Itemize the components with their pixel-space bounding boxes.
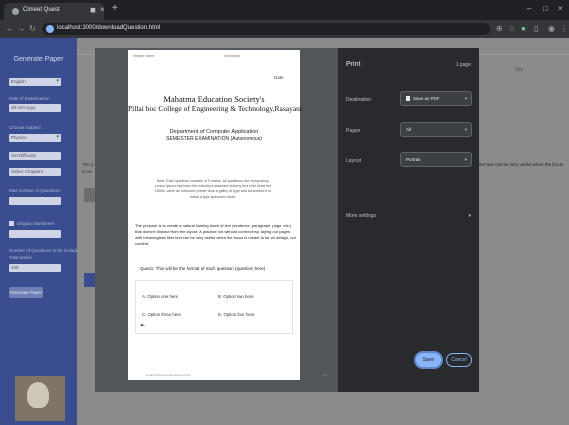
marks-label: Total Marks [9, 255, 33, 260]
bookmark-star-icon[interactable]: ☆ [508, 24, 515, 33]
preview-sheet: Header name Instruction Date Mahatma Edu… [128, 50, 327, 380]
layout-select[interactable]: Portrait ▾ [400, 152, 472, 167]
tab-title: Cimeet Quest [23, 7, 60, 13]
option-a: A. Option one here [142, 294, 179, 299]
questions-count-label: Number of Questions to be included [9, 248, 81, 253]
layout-label: Layout [346, 158, 362, 164]
exam-date: Date [274, 75, 284, 80]
instructions-note: Note: Each question consists of 5 marks.… [154, 179, 272, 199]
institute-name: Mahatma Education Society's [163, 94, 265, 104]
tab-close-icon[interactable]: × [100, 5, 105, 14]
department-name: Department of Computer Application [169, 129, 259, 135]
marks-input[interactable]: 100 [9, 264, 61, 272]
option-d: D. Option four here [218, 312, 255, 317]
background-text: filler text can be very useful when the … [477, 162, 564, 167]
subject-select[interactable]: Physics ▾ [9, 134, 61, 142]
extension-icon: ◼ [90, 7, 96, 14]
background-text: The p [82, 162, 94, 167]
generate-paper-button[interactable]: Generate Paper [9, 287, 43, 298]
browser-tab-strip: Cimeet Quest ◼ × + – □ × [0, 0, 569, 20]
file-icon [406, 96, 410, 101]
web-page: Generate Paper English ▾ Date of Examinat… [0, 38, 569, 425]
webcam-person [27, 382, 49, 408]
background-title: Title [514, 67, 524, 73]
destination-select[interactable]: Save as PDF ▾ [400, 91, 472, 106]
chapters-input[interactable]: Select Chapters [9, 168, 61, 176]
exam-date-label: Date of Examination [9, 96, 50, 101]
profile-icon[interactable]: ◉ [548, 24, 555, 33]
chevron-down-icon: ▾ [464, 96, 467, 101]
zoom-icon[interactable]: ⊕ [496, 24, 503, 33]
extension-icon[interactable]: ● [521, 24, 526, 33]
chevron-down-icon: ▾ [56, 134, 59, 140]
print-settings-panel: Print 1 page Destination Save as PDF ▾ P… [338, 48, 479, 392]
favicon-icon [12, 8, 19, 15]
webcam-preview [15, 376, 65, 421]
sheet-header-left: Header name [133, 54, 155, 58]
more-settings-toggle[interactable]: More settings [346, 213, 376, 219]
page-count: 1 page [455, 62, 471, 68]
chevron-down-icon: ▾ [464, 157, 467, 162]
chevron-down-icon: ▾ [56, 78, 59, 84]
destination-label: Destination [346, 97, 372, 103]
sheet-header-mid: Instruction [224, 54, 241, 58]
options-box [135, 280, 293, 334]
menu-icon[interactable]: ⋮ [560, 24, 568, 33]
cancel-button[interactable]: Cancel [446, 353, 472, 367]
language-select[interactable]: English ▾ [9, 78, 61, 86]
print-title: Print [346, 61, 361, 68]
sheet-footer-page: 1/1 [323, 373, 328, 377]
marksheet-input[interactable] [9, 230, 61, 238]
address-bar-row: ← → ↻ localhost:3000/downloadQuestion.ht… [0, 20, 569, 38]
question-text: Ques1: This will be the format of each q… [140, 266, 266, 271]
close-window-button[interactable]: × [558, 4, 563, 13]
subject-label: Choose Subject [9, 125, 41, 130]
sidepanel-icon[interactable]: ▯ [534, 24, 538, 33]
reload-icon[interactable]: ↻ [29, 24, 36, 33]
max-questions-label: Max number of Questions [9, 188, 61, 193]
sidebar-title: Generate Paper [13, 56, 64, 63]
new-tab-button[interactable]: + [112, 3, 118, 14]
browser-tab[interactable]: Cimeet Quest ◼ × [4, 3, 105, 20]
pages-label: Pages [346, 128, 361, 134]
difficulty-input[interactable]: Set Difficulty [9, 152, 61, 160]
sidebar: Generate Paper English ▾ Date of Examinat… [0, 38, 81, 425]
url-text: localhost:3000/downloadQuestion.html [57, 25, 161, 31]
max-questions-input[interactable] [9, 197, 61, 205]
marksheet-checkbox[interactable] [9, 221, 14, 226]
exam-date-input[interactable]: dd-mm-yyyy [9, 104, 61, 112]
chevron-down-icon: ▾ [464, 127, 467, 132]
url-bar[interactable]: localhost:3000/downloadQuestion.html [42, 23, 490, 35]
chevron-down-icon[interactable]: ▾ [468, 213, 471, 219]
minimize-button[interactable]: – [527, 4, 531, 13]
semester-title: SEMESTER EXAMINATION (Autonomous) [166, 136, 262, 142]
back-icon[interactable]: ← [6, 24, 14, 33]
marksheet-label: Display Marksheet [17, 221, 55, 226]
maximize-button[interactable]: □ [543, 4, 548, 13]
background-text: is ea [82, 169, 92, 174]
forward-icon[interactable]: → [17, 24, 25, 33]
site-info-icon[interactable] [46, 25, 54, 33]
pages-select[interactable]: All ▾ [400, 122, 472, 137]
sheet-footer-url: localhost/downloadQuestion.html [146, 373, 191, 377]
college-name: Pillai hoc College of Engineering & Tech… [128, 104, 303, 113]
purpose-paragraph: The purpose is to create a natural looki… [135, 223, 296, 246]
option-c: C. Option three here [142, 312, 181, 317]
option-b: B. Option two here [218, 294, 254, 299]
save-button[interactable]: Save [416, 353, 441, 367]
arrow-icon: ↞ [140, 323, 146, 329]
